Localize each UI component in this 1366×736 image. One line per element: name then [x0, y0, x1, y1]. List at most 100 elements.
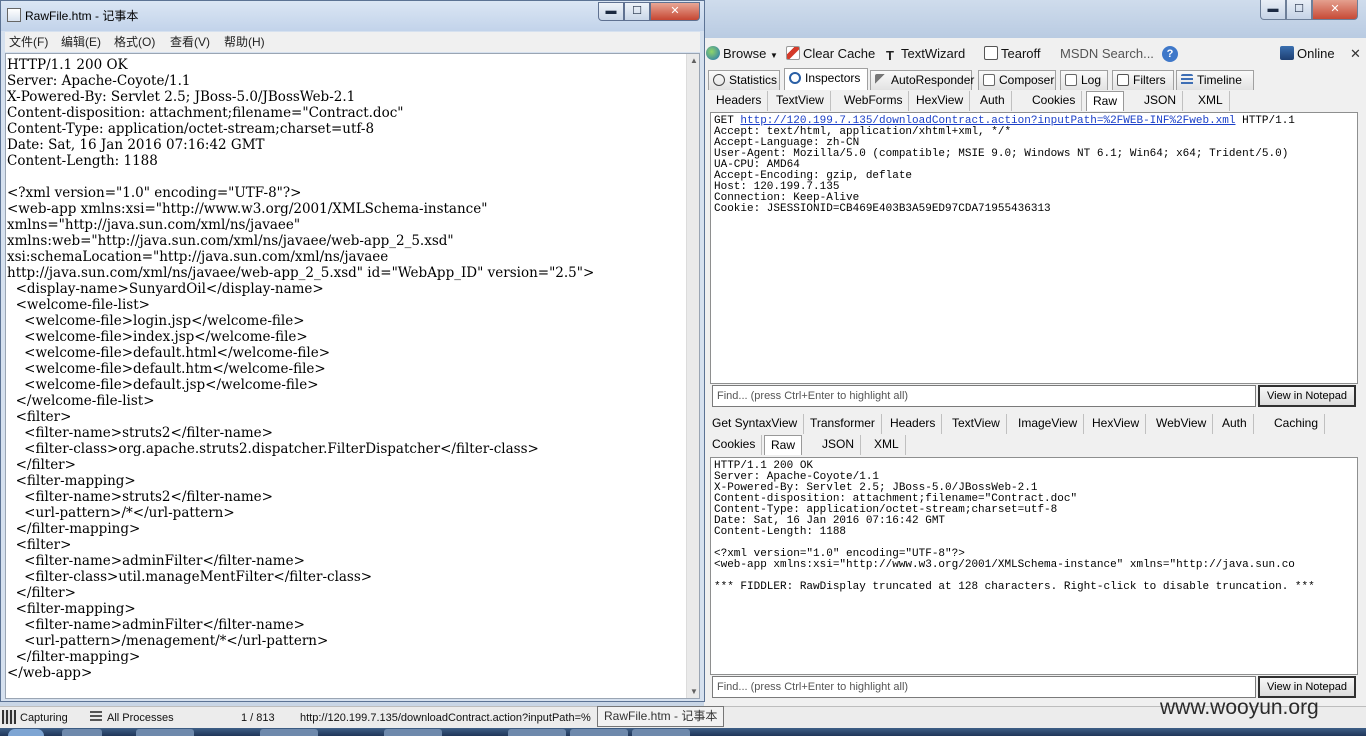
resp-tab-xml[interactable]: XML: [868, 435, 906, 455]
resp-tab-get-syntaxview[interactable]: Get SyntaxView: [706, 414, 805, 434]
capturing-toggle[interactable]: Capturing: [2, 708, 68, 728]
notepad-titlebar[interactable]: RawFile.htm - 记事本 ▬ ☐ ✕: [1, 1, 704, 31]
req-tab-raw[interactable]: Raw: [1086, 91, 1125, 111]
menu-file[interactable]: 文件(F): [9, 34, 48, 50]
req-tab-headers[interactable]: Headers: [710, 91, 769, 111]
taskbar-item-3[interactable]: [260, 729, 318, 736]
menu-edit[interactable]: 编辑(E): [61, 34, 101, 50]
fiddler-maximize-button[interactable]: ☐: [1286, 0, 1312, 20]
tab-log[interactable]: Log: [1060, 70, 1108, 90]
notepad-minimize-button[interactable]: ▬: [598, 2, 624, 21]
taskbar-item-5[interactable]: [508, 729, 566, 736]
clear-cache-button[interactable]: Clear Cache: [786, 45, 875, 63]
start-button[interactable]: [8, 729, 44, 736]
tab-statistics-label: Statistics: [729, 73, 778, 87]
fiddler-minimize-button[interactable]: ▬: [1260, 0, 1286, 20]
response-inspector-tabs-row1: Get SyntaxView Transformer Headers TextV…: [706, 414, 1356, 434]
filter-icon: [90, 711, 102, 723]
request-view-in-notepad-button[interactable]: View in Notepad: [1258, 385, 1356, 407]
request-version: HTTP/1.1: [1235, 115, 1295, 127]
req-tab-xml[interactable]: XML: [1192, 91, 1230, 111]
taskbar-item-4[interactable]: [384, 729, 442, 736]
taskbar: [0, 728, 1366, 736]
resp-tab-textview[interactable]: TextView: [946, 414, 1007, 434]
online-indicator[interactable]: Online: [1280, 45, 1335, 63]
resp-tab-auth[interactable]: Auth: [1216, 414, 1254, 434]
tab-log-label: Log: [1081, 73, 1102, 87]
tab-timeline[interactable]: Timeline: [1176, 70, 1254, 90]
tab-filters-label: Filters: [1133, 73, 1166, 87]
req-tab-auth[interactable]: Auth: [974, 91, 1012, 111]
notepad-vertical-scrollbar[interactable]: ▲ ▼: [686, 54, 699, 698]
textwizard-button[interactable]: T TextWizard: [886, 45, 965, 63]
tearoff-label: Tearoff: [1001, 46, 1041, 61]
inspectors-icon: [789, 72, 801, 84]
resp-tab-json[interactable]: JSON: [816, 435, 862, 455]
request-find-input[interactable]: Find... (press Ctrl+Enter to highlight a…: [712, 385, 1256, 407]
menu-view[interactable]: 查看(V): [170, 34, 210, 50]
taskbar-item-7[interactable]: [632, 729, 690, 736]
resp-tab-cookies[interactable]: Cookies: [706, 435, 763, 455]
request-inspector-tabs: Headers TextView WebForms HexView Auth C…: [710, 91, 1360, 111]
menu-format[interactable]: 格式(O): [114, 34, 155, 50]
notepad-menubar: 文件(F) 编辑(E) 格式(O) 查看(V) 帮助(H): [5, 32, 700, 52]
fiddler-close-button[interactable]: ✕: [1312, 0, 1358, 20]
taskbar-item-6[interactable]: [570, 729, 628, 736]
network-icon: [1280, 46, 1294, 60]
notepad-content[interactable]: HTTP/1.1 200 OK Server: Apache-Coyote/1.…: [6, 57, 684, 697]
textwizard-icon: T: [886, 48, 894, 63]
response-raw-view[interactable]: HTTP/1.1 200 OK Server: Apache-Coyote/1.…: [710, 457, 1358, 675]
resp-tab-webview[interactable]: WebView: [1150, 414, 1214, 434]
desktop: ▬ ☐ ✕ Browse ▼ Clear Cache T TextWizard T…: [0, 0, 1366, 736]
msdn-search-input[interactable]: MSDN Search...: [1060, 45, 1156, 63]
request-find-bar: Find... (press Ctrl+Enter to highlight a…: [712, 385, 1356, 407]
resp-tab-headers[interactable]: Headers: [884, 414, 943, 434]
fiddler-main-tabs: Statistics Inspectors AutoResponder Comp…: [704, 68, 1366, 90]
online-label: Online: [1297, 46, 1335, 61]
req-tab-cookies[interactable]: Cookies: [1026, 91, 1083, 111]
tearoff-button[interactable]: Tearoff: [984, 45, 1041, 63]
browser-icon: [706, 46, 720, 60]
tab-composer[interactable]: Composer: [978, 70, 1056, 90]
request-raw-view[interactable]: GET http://120.199.7.135/downloadContrac…: [710, 112, 1358, 384]
taskbar-item-2[interactable]: [136, 729, 194, 736]
tab-autoresponder[interactable]: AutoResponder: [870, 70, 975, 90]
tab-timeline-label: Timeline: [1197, 73, 1242, 87]
req-tab-webforms[interactable]: WebForms: [838, 91, 910, 111]
resp-tab-raw[interactable]: Raw: [764, 435, 803, 455]
notepad-close-button[interactable]: ✕: [650, 2, 700, 21]
chevron-down-icon: ▼: [769, 51, 778, 60]
tab-filters[interactable]: Filters: [1112, 70, 1174, 90]
composer-icon: [983, 74, 995, 86]
help-icon[interactable]: ?: [1162, 46, 1178, 62]
menu-help[interactable]: 帮助(H): [224, 34, 265, 50]
req-tab-hexview[interactable]: HexView: [910, 91, 971, 111]
req-tab-json[interactable]: JSON: [1138, 91, 1184, 111]
scroll-down-icon[interactable]: ▼: [687, 685, 699, 698]
notepad-maximize-button[interactable]: ☐: [624, 2, 650, 21]
capture-icon: [2, 710, 16, 724]
toolbar-close-icon[interactable]: ✕: [1350, 45, 1361, 63]
tab-inspectors[interactable]: Inspectors: [784, 68, 868, 90]
process-filter[interactable]: All Processes: [90, 708, 174, 728]
notepad-window: RawFile.htm - 记事本 ▬ ☐ ✕ 文件(F) 编辑(E) 格式(O…: [0, 0, 705, 702]
response-inspector-tabs-row2: Cookies Raw JSON XML: [706, 435, 1356, 455]
resp-tab-imageview[interactable]: ImageView: [1012, 414, 1085, 434]
resp-tab-transformer[interactable]: Transformer: [804, 414, 882, 434]
taskbar-item-1[interactable]: [62, 729, 102, 736]
clear-cache-label: Clear Cache: [803, 46, 876, 61]
taskbar-tooltip: RawFile.htm - 记事本: [597, 706, 725, 727]
checkbox-icon: [1117, 74, 1129, 86]
notepad-text-area[interactable]: HTTP/1.1 200 OK Server: Apache-Coyote/1.…: [5, 53, 700, 699]
resp-tab-caching[interactable]: Caching: [1268, 414, 1326, 434]
scroll-up-icon[interactable]: ▲: [687, 54, 699, 68]
resp-tab-hexview[interactable]: HexView: [1086, 414, 1147, 434]
req-tab-textview[interactable]: TextView: [770, 91, 831, 111]
tab-composer-label: Composer: [999, 73, 1055, 87]
request-headers: Accept: text/html, application/xhtml+xml…: [714, 126, 1289, 215]
tab-autoresponder-label: AutoResponder: [891, 73, 975, 87]
fiddler-toolbar: Browse ▼ Clear Cache T TextWizard Tearoff…: [704, 42, 1366, 66]
browse-button[interactable]: Browse ▼: [706, 45, 778, 63]
notepad-icon: [7, 8, 21, 22]
tab-statistics[interactable]: Statistics: [708, 70, 780, 90]
